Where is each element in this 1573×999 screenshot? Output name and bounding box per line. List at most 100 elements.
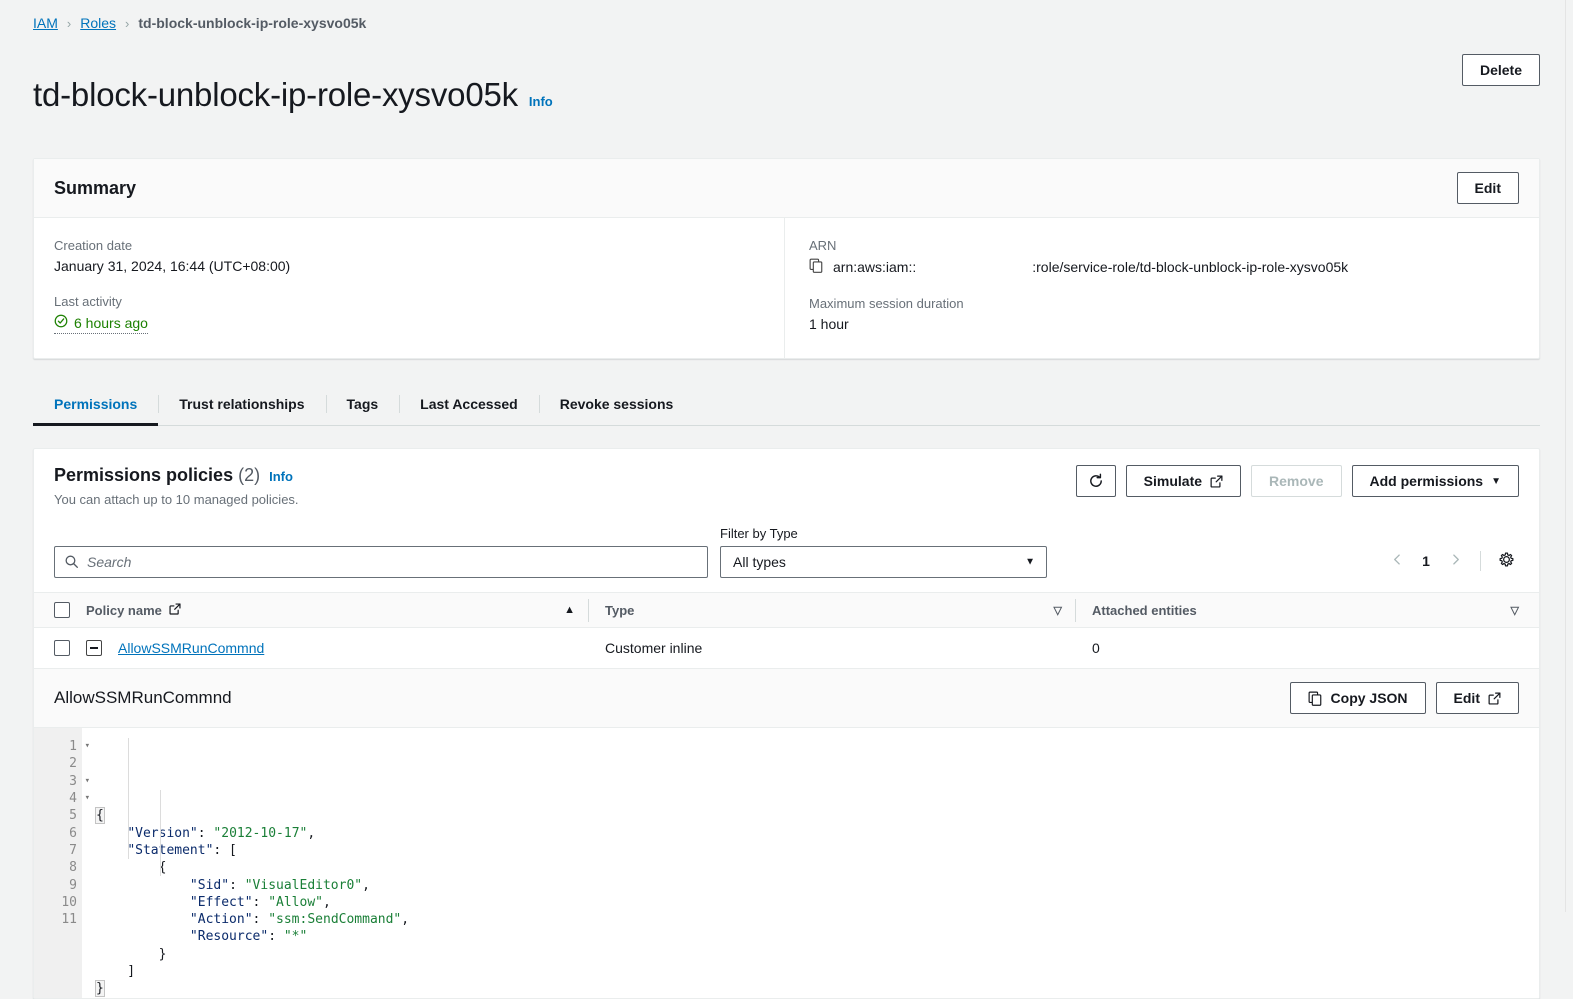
- code-line: }: [95, 980, 105, 998]
- code-line: "Version": "2012-10-17",: [127, 825, 316, 841]
- arn-suffix: :role/service-role/td-block-unblock-ip-r…: [1032, 259, 1349, 276]
- policy-detail-header: AllowSSMRunCommnd Copy JSON Edit: [34, 669, 1539, 729]
- tab-revoke-sessions[interactable]: Revoke sessions: [538, 383, 695, 425]
- page-container: IAM › Roles › td-block-unblock-ip-role-x…: [0, 0, 1573, 999]
- code-line: "Sid": "VisualEditor0",: [189, 877, 370, 893]
- permissions-policies-card: Permissions policies (2) Info You can at…: [33, 448, 1540, 999]
- table-row: AllowSSMRunCommnd Customer inline 0: [34, 627, 1539, 670]
- simulate-label: Simulate: [1143, 473, 1203, 490]
- gear-icon: [1498, 551, 1515, 571]
- code-line-number: 5: [69, 808, 77, 824]
- code-line: "Resource": "*": [189, 929, 308, 945]
- breadcrumb-item-iam[interactable]: IAM: [33, 15, 58, 31]
- sort-ascending-icon: ▲: [564, 604, 575, 617]
- select-all-checkbox[interactable]: [54, 602, 70, 619]
- code-line-number: 3 ▾: [69, 773, 90, 789]
- code-line-numbers: 1 ▾ 2 3 ▾ 4 ▾ 5 6 7 8 9 10 11: [34, 728, 90, 998]
- filter-by-type-label: Filter by Type: [720, 526, 798, 542]
- external-link-icon: [169, 603, 181, 618]
- copy-icon: [1308, 691, 1323, 706]
- column-header-policy-name[interactable]: Policy name ▲: [86, 592, 589, 629]
- add-permissions-button[interactable]: Add permissions ▼: [1351, 465, 1519, 498]
- external-link-icon: [1488, 692, 1501, 705]
- add-permissions-label: Add permissions: [1369, 473, 1484, 490]
- summary-column-left: Creation date January 31, 2024, 16:44 (U…: [34, 218, 784, 358]
- tab-permissions[interactable]: Permissions: [33, 383, 159, 427]
- policies-table: Policy name ▲ Type ▽ Attached entities ▽…: [34, 592, 1539, 670]
- max-session-duration-field: Maximum session duration 1 hour: [809, 296, 1519, 332]
- summary-card-header: Summary Edit: [34, 159, 1539, 219]
- refresh-button[interactable]: [1075, 465, 1116, 498]
- refresh-icon: [1088, 473, 1104, 489]
- code-line: ]: [96, 964, 136, 980]
- code-line-number: 8: [69, 860, 77, 876]
- page-title-info-link[interactable]: Info: [529, 94, 553, 109]
- simulate-button[interactable]: Simulate: [1125, 465, 1242, 498]
- code-line: }: [96, 946, 167, 962]
- policy-edit-button[interactable]: Edit: [1435, 682, 1519, 715]
- breadcrumb-separator-icon: ›: [125, 15, 130, 31]
- arn-prefix: arn:aws:iam::: [833, 259, 917, 276]
- code-line-number: 10: [61, 894, 77, 910]
- tab-tags[interactable]: Tags: [325, 383, 400, 425]
- permissions-policies-header: Permissions policies (2) Info You can at…: [34, 449, 1539, 520]
- creation-date-value: January 31, 2024, 16:44 (UTC+08:00): [54, 258, 291, 275]
- creation-date-label: Creation date: [54, 238, 133, 254]
- page-header: td-block-unblock-ip-role-xysvo05k Info D…: [33, 46, 1540, 158]
- breadcrumb-separator-icon: ›: [66, 15, 72, 31]
- code-line-number: 9: [69, 877, 77, 893]
- arn-label: ARN: [809, 238, 837, 254]
- policy-edit-label: Edit: [1453, 690, 1480, 707]
- table-preferences-button[interactable]: [1493, 548, 1519, 574]
- column-label-type: Type: [605, 602, 635, 618]
- indent-guide: [160, 790, 161, 877]
- row-attached-entities-cell: 0: [1076, 627, 1539, 670]
- copy-icon[interactable]: [809, 258, 824, 276]
- pagination-page-1[interactable]: 1: [1414, 553, 1438, 569]
- chevron-down-icon: ▼: [1025, 556, 1035, 568]
- sort-icon: ▽: [1510, 604, 1519, 617]
- filter-by-type-selected-value: All types: [733, 554, 786, 571]
- table-header-row: Policy name ▲ Type ▽ Attached entities ▽: [34, 592, 1539, 629]
- policy-detail-actions: Copy JSON Edit: [1289, 682, 1519, 715]
- policy-search-input[interactable]: [54, 546, 708, 579]
- code-line-number: 7: [69, 842, 77, 858]
- policy-search-wrapper: [54, 546, 708, 579]
- check-circle-icon: [54, 314, 68, 331]
- row-select-checkbox[interactable]: [54, 640, 70, 657]
- summary-body: Creation date January 31, 2024, 16:44 (U…: [34, 218, 1539, 359]
- policy-json-editor[interactable]: 1 ▾ 2 3 ▾ 4 ▾ 5 6 7 8 9 10 11 { "Version": "2012-10-1…: [34, 728, 1539, 998]
- column-label-policy-name: Policy name: [86, 602, 162, 618]
- copy-json-button[interactable]: Copy JSON: [1289, 682, 1426, 715]
- policy-filter-bar: Filter by Type All types ▼ 1: [34, 520, 1539, 592]
- sort-icon: ▽: [1053, 604, 1062, 617]
- tab-trust-relationships[interactable]: Trust relationships: [158, 383, 325, 425]
- code-line: {: [96, 860, 167, 876]
- chevron-left-icon: [1391, 553, 1404, 569]
- summary-edit-button[interactable]: Edit: [1456, 172, 1519, 205]
- tab-last-accessed[interactable]: Last Accessed: [399, 383, 539, 425]
- summary-heading: Summary: [54, 177, 137, 198]
- row-collapse-toggle[interactable]: [86, 640, 102, 657]
- filter-by-type-select[interactable]: All types ▼: [720, 546, 1047, 579]
- breadcrumb-item-current: td-block-unblock-ip-role-xysvo05k: [138, 15, 367, 31]
- breadcrumb-item-roles[interactable]: Roles: [80, 15, 116, 31]
- row-policy-name-cell: AllowSSMRunCommnd: [86, 627, 589, 670]
- last-activity-text: 6 hours ago: [74, 314, 148, 331]
- policy-name-link[interactable]: AllowSSMRunCommnd: [118, 640, 264, 656]
- arn-field: ARN arn:aws:iam:: :role/service-role/td-…: [809, 238, 1519, 276]
- chevron-right-icon: [1449, 553, 1462, 569]
- column-header-attached-entities[interactable]: Attached entities ▽: [1076, 592, 1539, 629]
- remove-policy-button[interactable]: Remove: [1251, 465, 1342, 498]
- page-title: td-block-unblock-ip-role-xysvo05k: [33, 76, 518, 114]
- delete-role-button[interactable]: Delete: [1461, 54, 1540, 86]
- code-line: "Effect": "Allow",: [189, 894, 331, 910]
- pagination-next-button[interactable]: [1442, 548, 1468, 574]
- external-link-icon: [1210, 475, 1223, 488]
- permissions-info-link[interactable]: Info: [269, 469, 293, 484]
- last-activity-value[interactable]: 6 hours ago: [54, 314, 148, 335]
- creation-date-field: Creation date January 31, 2024, 16:44 (U…: [54, 238, 764, 274]
- pagination-prev-button[interactable]: [1384, 548, 1410, 574]
- code-content[interactable]: { "Version": "2012-10-17", "Statement": …: [82, 728, 1539, 998]
- column-header-type[interactable]: Type ▽: [589, 592, 1076, 629]
